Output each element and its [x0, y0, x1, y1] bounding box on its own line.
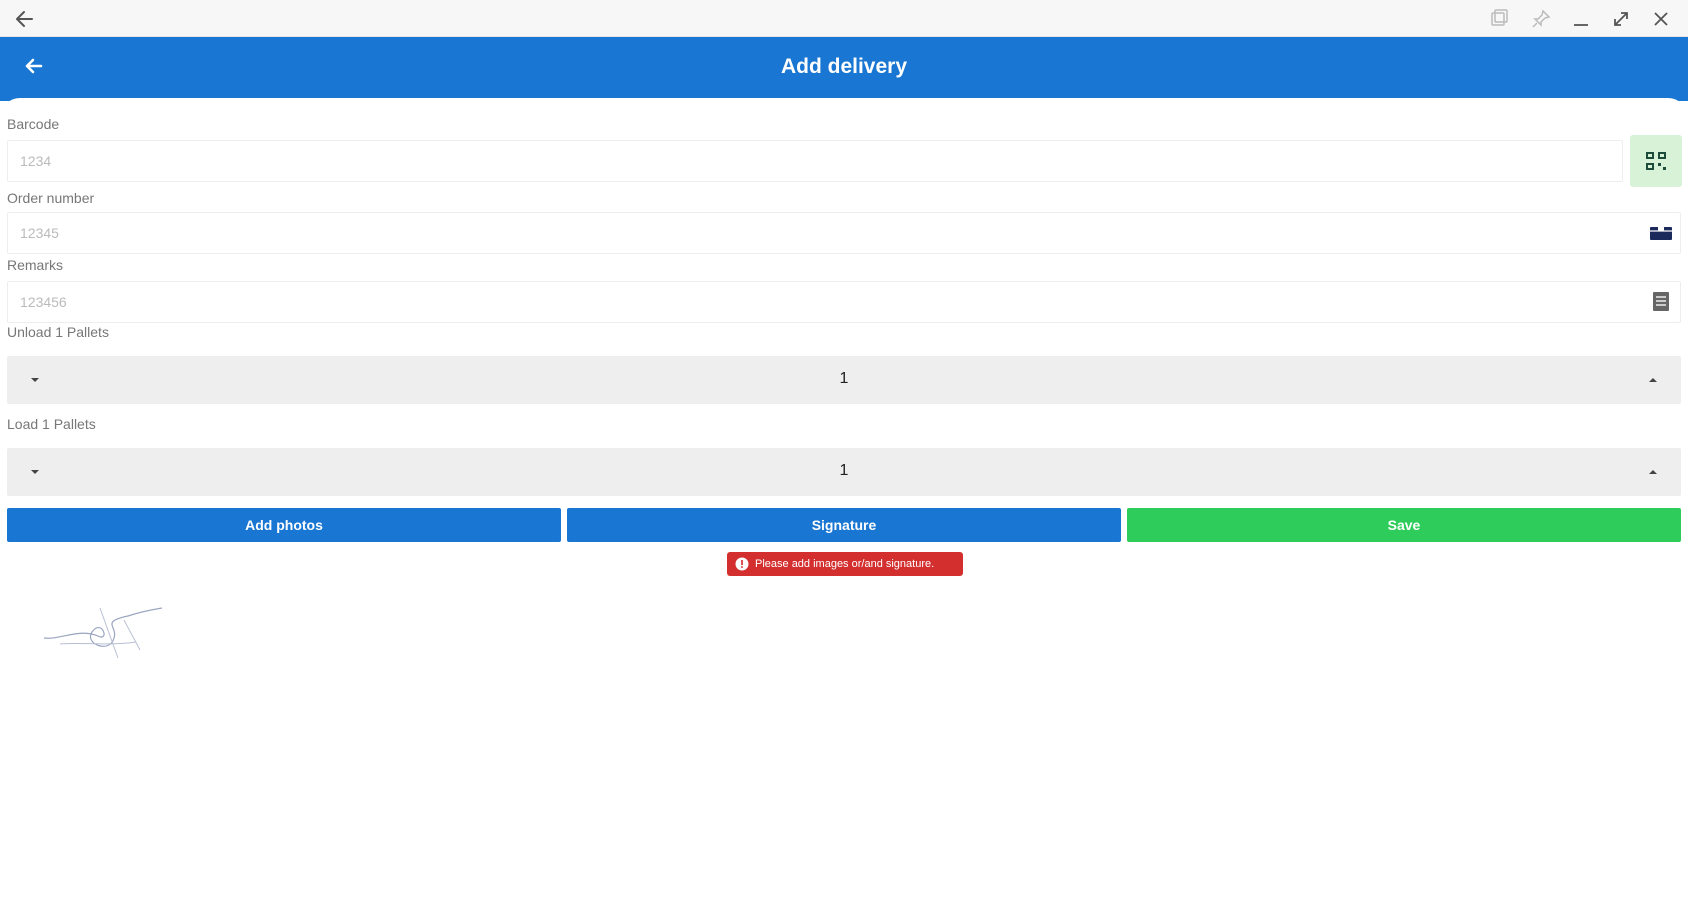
form-content: Barcode Order number Remarks Unload 1 Pa…	[0, 98, 1688, 900]
expand-icon[interactable]	[1608, 6, 1634, 32]
error-text: Please add images or/and signature.	[755, 558, 935, 570]
window-titlebar	[0, 0, 1688, 37]
close-icon[interactable]	[1648, 6, 1674, 32]
save-button[interactable]: Save	[1127, 508, 1681, 542]
chevron-up-icon[interactable]	[1643, 370, 1663, 390]
unload-pallets-value: 1	[839, 370, 849, 387]
order-number-input[interactable]	[7, 212, 1681, 254]
remarks-input[interactable]	[7, 281, 1681, 323]
scan-barcode-button[interactable]	[1630, 135, 1682, 187]
package-icon	[1650, 227, 1672, 240]
remarks-label: Remarks	[7, 257, 64, 273]
alert-circle-icon	[735, 557, 749, 571]
page-title: Add delivery	[780, 55, 908, 78]
notes-icon	[1653, 292, 1669, 311]
error-message: Please add images or/and signature.	[727, 552, 963, 576]
load-pallets-value: 1	[839, 462, 849, 479]
order-number-label: Order number	[7, 190, 95, 206]
pin-icon[interactable]	[1528, 6, 1554, 32]
load-pallets-stepper[interactable]: 1	[7, 448, 1681, 496]
barcode-label: Barcode	[7, 116, 60, 132]
app-bar: Add delivery	[0, 37, 1688, 101]
signature-preview	[43, 607, 163, 659]
unload-pallets-label: Unload 1 Pallets	[7, 324, 109, 340]
load-pallets-label: Load 1 Pallets	[7, 416, 96, 432]
add-photos-button[interactable]: Add photos	[7, 508, 561, 542]
unload-pallets-stepper[interactable]: 1	[7, 356, 1681, 404]
qr-scan-icon	[1646, 152, 1666, 170]
signature-button[interactable]: Signature	[567, 508, 1121, 542]
barcode-input[interactable]	[7, 140, 1623, 182]
screen-icon[interactable]	[1486, 6, 1512, 32]
chevron-up-icon[interactable]	[1643, 462, 1663, 482]
back-arrow-icon[interactable]	[12, 6, 38, 32]
minimize-icon[interactable]	[1568, 6, 1594, 32]
